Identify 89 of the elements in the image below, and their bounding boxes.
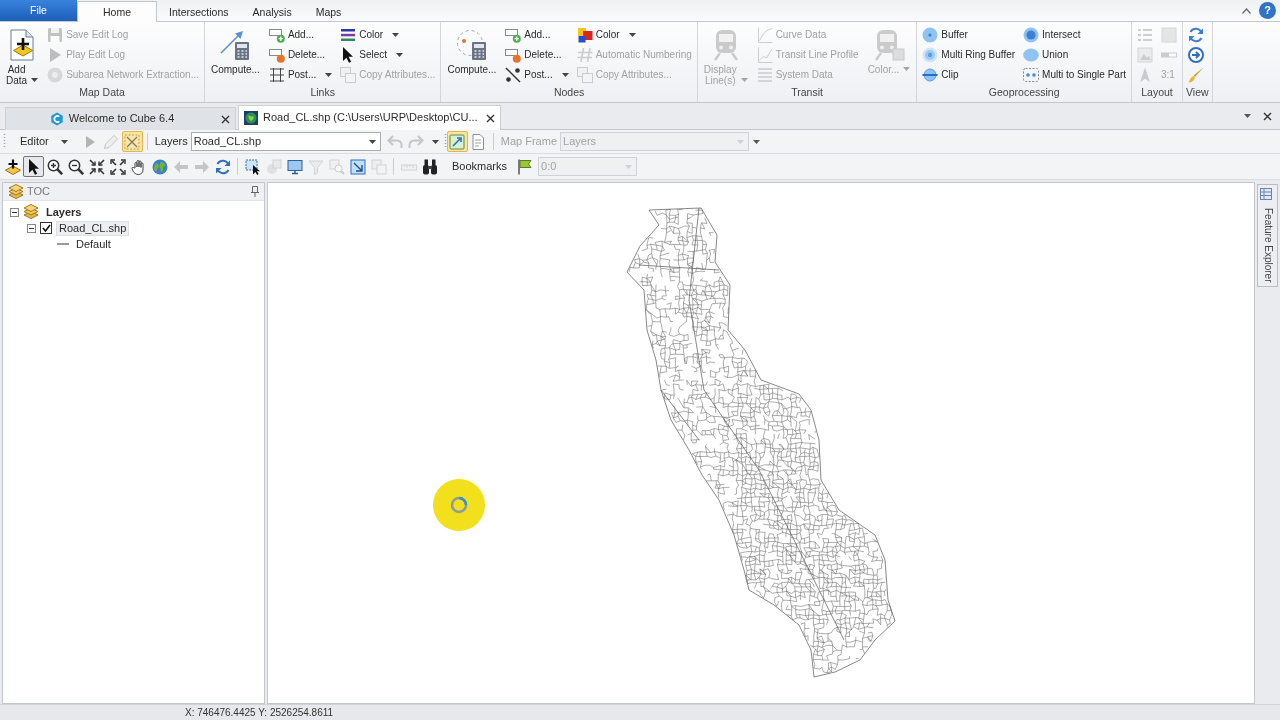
pin-icon[interactable]	[251, 186, 259, 197]
rectangle-dot-icon	[505, 47, 522, 63]
ribbon-button[interactable]: Clip	[920, 65, 1018, 85]
colored-lines-icon	[340, 27, 357, 43]
caret-icon	[368, 139, 376, 144]
circle-calculator-icon	[455, 29, 488, 61]
document-tab[interactable]: Welcome to Cube 6.4	[5, 107, 236, 130]
rectangle-dot-icon	[268, 47, 285, 63]
ribbon-tab[interactable]: Home	[77, 1, 157, 22]
group-title: View	[1186, 86, 1209, 98]
grip-icon	[443, 133, 447, 150]
caret-icon	[60, 139, 68, 144]
ribbon-button[interactable]: Multi to Single Part	[1021, 65, 1128, 85]
group-title: Layout	[1140, 86, 1174, 98]
ribbon-button[interactable]: Post...	[503, 65, 571, 85]
chevron-up-icon[interactable]	[1242, 7, 1251, 14]
close-icon[interactable]	[221, 114, 230, 124]
editor-menu-button[interactable]: Editor	[12, 131, 74, 152]
globe-map-icon	[244, 111, 258, 125]
ribbon-button[interactable]: Intersect	[1021, 25, 1128, 45]
line-chart-icon	[756, 47, 773, 63]
caret-icon	[625, 164, 633, 169]
group-title: Geoprocessing	[987, 86, 1061, 98]
colored-squares-icon	[576, 27, 593, 43]
ribbon-button[interactable]: Post...	[266, 65, 335, 85]
close-icon[interactable]	[485, 113, 495, 123]
side-panel-tab[interactable]: Feature Explorer	[1257, 184, 1278, 288]
legend-label[interactable]: Default	[73, 236, 114, 252]
close-icon[interactable]	[1263, 111, 1272, 121]
ribbon-tab[interactable]: Maps	[303, 2, 354, 22]
map-frame-label: Map Frame	[499, 134, 559, 149]
caret-icon[interactable]	[431, 139, 439, 144]
panel-title: TOC	[27, 184, 51, 199]
concentric-circles-icon	[922, 47, 939, 63]
ribbon-large-button[interactable]: Compute...	[207, 25, 263, 86]
ribbon-button[interactable]: Union	[1021, 45, 1128, 65]
ribbon-button[interactable]: Color	[574, 25, 694, 45]
document-tab[interactable]: Road_CL.shp (C:\Users\URP\Desktop\CU...	[238, 105, 501, 130]
help-button[interactable]: ?	[1259, 2, 1276, 19]
disc-icon	[47, 67, 64, 83]
lines-icon	[756, 67, 773, 83]
collapse-icon[interactable]	[27, 223, 36, 233]
hash-icon	[576, 47, 593, 63]
dashed-box-dots-icon	[1023, 67, 1040, 83]
layer-label: Layers	[153, 134, 189, 149]
table-grid-icon	[268, 67, 285, 83]
file-tab[interactable]: File	[0, 0, 77, 21]
collapse-icon[interactable]	[10, 207, 19, 217]
group-title: Links	[309, 86, 336, 98]
group-title: Nodes	[552, 86, 586, 98]
line-symbol-icon	[57, 243, 69, 245]
layer-checkbox[interactable]	[40, 222, 52, 234]
layer-select[interactable]: Road_CL.shp	[190, 132, 381, 151]
overlapping-pages-icon	[340, 67, 357, 83]
ribbon-button[interactable]: Color	[338, 25, 438, 45]
rectangle-plus-icon	[505, 27, 522, 43]
group-title: Map Data	[78, 86, 126, 98]
filled-circle-icon	[1023, 27, 1040, 43]
bookmarks-button[interactable]: Bookmarks	[448, 156, 512, 177]
sync-arrows-icon[interactable]	[1188, 27, 1204, 43]
ribbon-button[interactable]: Add...	[503, 25, 571, 45]
ellipse-icon	[1023, 47, 1040, 63]
numbered-nodes-icon	[505, 67, 522, 83]
cursor-coordinates: X: 746476.4425 Y: 2526254.8611	[185, 706, 334, 719]
layers-icon	[8, 183, 24, 200]
group-title: Transit	[790, 86, 824, 98]
hexagon-logo-icon	[49, 112, 64, 126]
ribbon-button[interactable]: Add...	[266, 25, 335, 45]
ribbon-button[interactable]: Buffer	[920, 25, 1018, 45]
ribbon-button[interactable]: Multi Ring Buffer	[920, 45, 1018, 65]
caret-icon[interactable]	[1244, 114, 1251, 118]
ribbon-button[interactable]: Delete...	[503, 45, 571, 65]
ribbon-large-button[interactable]: Compute...	[444, 25, 500, 86]
checkmark-icon	[41, 224, 51, 232]
ribbon-tab[interactable]: Intersections	[157, 2, 241, 22]
ribbon-button[interactable]: Select	[338, 45, 438, 65]
buffer-circle-icon	[922, 27, 939, 43]
curve-chart-icon	[756, 27, 773, 43]
ribbon-large-button[interactable]: Add Data	[3, 25, 42, 86]
layer-name[interactable]: Road_CL.shp	[56, 220, 130, 236]
arrow-calculator-icon	[219, 29, 252, 61]
layers-icon	[23, 204, 39, 220]
layer-name[interactable]: Layers	[43, 204, 85, 220]
ribbon-button[interactable]: Delete...	[266, 45, 335, 65]
overlapping-pages-icon	[576, 67, 593, 83]
rectangle-plus-icon	[268, 27, 285, 43]
busy-cursor-icon	[433, 479, 485, 531]
train-square-icon	[873, 29, 905, 61]
ribbon-tab[interactable]: Analysis	[240, 2, 304, 22]
